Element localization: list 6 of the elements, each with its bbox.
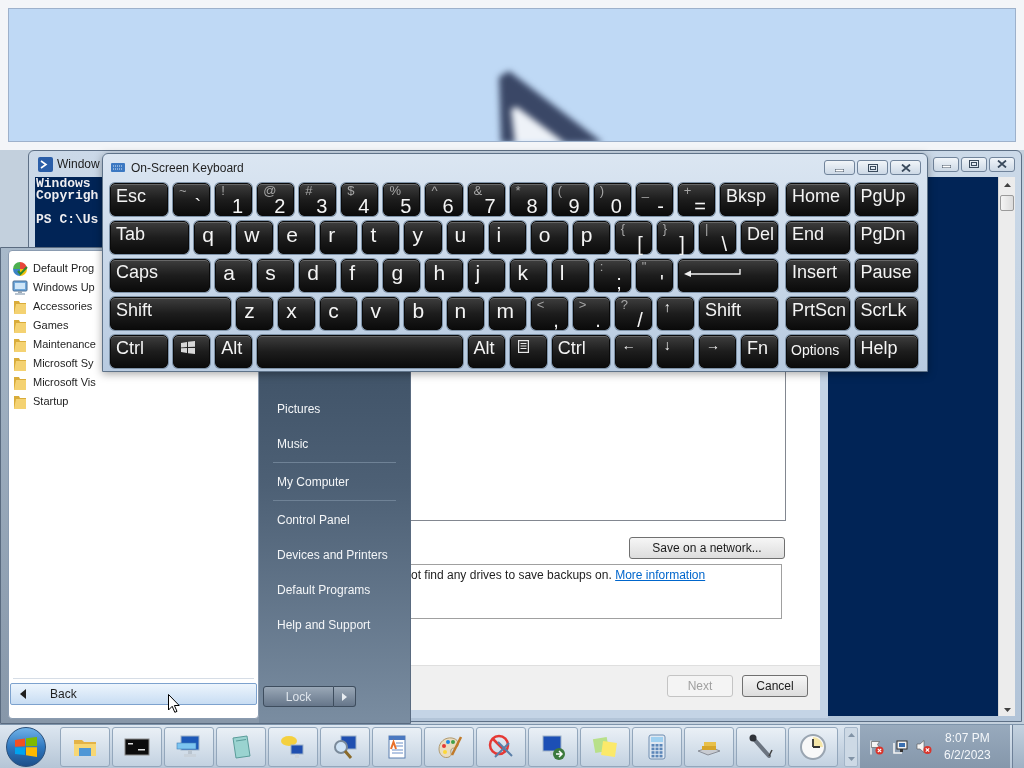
console-line: Windows xyxy=(36,178,91,190)
console-prompt: PS C:\Us xyxy=(36,214,99,226)
message-text: ot find any drives to save backups on. More information xyxy=(411,568,707,583)
window-title: Window xyxy=(57,156,100,173)
console-line: Copyrigh xyxy=(36,190,99,202)
window-title: On-Screen Keyboard xyxy=(131,159,244,177)
